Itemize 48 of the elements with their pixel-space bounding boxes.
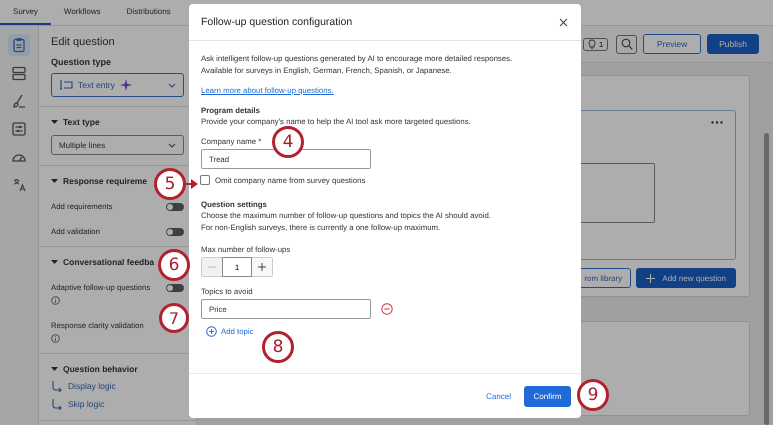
confirm-button[interactable]: Confirm (524, 386, 571, 406)
branch-arrow-icon (51, 380, 63, 392)
section-header[interactable]: Text type (51, 117, 196, 127)
lightbulb-icon (588, 39, 596, 49)
preview-button[interactable]: Preview (643, 34, 702, 54)
logic-link[interactable]: Display logic (51, 380, 196, 392)
text-entry-icon (59, 80, 73, 90)
field-label: Question type (51, 57, 112, 67)
sidebar-button[interactable] (8, 34, 30, 56)
dialog-title: Follow-up question configuration (201, 16, 352, 28)
sparkle-icon (120, 79, 132, 91)
toggle-switch[interactable] (166, 284, 184, 292)
clipboard-icon (11, 37, 27, 53)
caret-down-icon (51, 259, 58, 265)
search-button[interactable] (616, 34, 638, 54)
plus-icon (646, 274, 656, 282)
nav-tab[interactable]: Distributions (114, 0, 184, 25)
toggle-switch[interactable] (166, 203, 184, 211)
plus-icon (258, 263, 266, 271)
caret-down-icon (51, 119, 58, 125)
publish-button[interactable]: Publish (707, 34, 759, 54)
increment-button[interactable] (252, 258, 272, 276)
scrollbar[interactable] (764, 133, 769, 425)
logic-link[interactable]: Skip logic (51, 398, 196, 410)
add-question-button[interactable]: Add new question (636, 268, 736, 288)
remove-button[interactable] (380, 302, 394, 316)
blocks-icon (11, 65, 27, 81)
section-header[interactable]: Question behavior (51, 364, 196, 374)
panel-title: Edit question (51, 36, 116, 48)
caret-down-icon (51, 366, 58, 372)
toggle-switch[interactable] (166, 228, 184, 236)
close-icon (558, 18, 568, 26)
search-icon (620, 38, 633, 50)
translate-icon (11, 177, 27, 193)
plus-circle-icon (206, 326, 217, 337)
text-type-dropdown[interactable]: Multiple lines (51, 135, 184, 155)
more-options-icon (711, 121, 723, 124)
caret-down-icon (51, 178, 58, 184)
chevron-down-icon (168, 142, 176, 148)
options-icon (11, 121, 27, 137)
minus-circle-icon (381, 303, 393, 315)
nav-tab[interactable]: Workflows (50, 0, 114, 25)
cancel-button[interactable]: Cancel (486, 392, 511, 400)
question-type-dropdown[interactable]: Text entry (51, 73, 184, 97)
chevron-down-icon (168, 82, 176, 88)
branch-arrow-icon (51, 398, 63, 410)
brush-icon (11, 93, 27, 109)
checkbox[interactable] (200, 175, 210, 185)
